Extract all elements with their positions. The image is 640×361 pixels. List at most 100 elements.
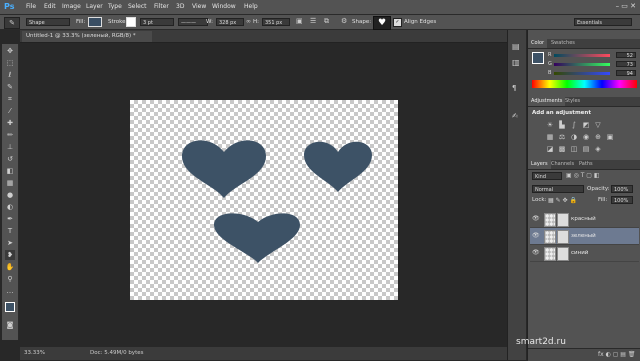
r-slider[interactable] xyxy=(554,54,610,57)
posterize-icon[interactable]: ▩ xyxy=(558,145,566,153)
type-tool-icon[interactable]: T xyxy=(5,226,15,236)
eyedropper-tool-icon[interactable]: ⁄ xyxy=(5,106,15,116)
vibrance-icon[interactable]: ▽ xyxy=(594,121,602,129)
tab-styles[interactable]: Styles xyxy=(562,97,583,106)
layer-name[interactable]: зеленый xyxy=(571,233,596,239)
g-slider[interactable] xyxy=(554,63,610,66)
clone-stamp-tool-icon[interactable]: ⊥ xyxy=(5,142,15,152)
pen-tool-icon[interactable]: ✒ xyxy=(5,214,15,224)
align-edges-checkbox[interactable]: ✓ xyxy=(393,18,402,27)
foreground-color-swatch[interactable] xyxy=(5,302,15,312)
threshold-icon[interactable]: ◫ xyxy=(570,145,578,153)
path-alignment-icon[interactable]: ☰ xyxy=(310,17,316,25)
stroke-swatch[interactable] xyxy=(126,17,136,27)
blend-mode-select[interactable]: Normal xyxy=(532,185,584,193)
layer-row-blue[interactable]: 👁 синий xyxy=(530,245,639,262)
menu-edit[interactable]: Edit xyxy=(44,3,56,10)
zoom-level[interactable]: 33.33% xyxy=(24,347,45,360)
menu-filter[interactable]: Filter xyxy=(154,3,169,10)
visibility-eye-icon[interactable]: 👁 xyxy=(532,232,540,240)
custom-shape-tool-icon[interactable]: ❥ xyxy=(5,250,15,260)
heart-shape-blue-layer[interactable] xyxy=(214,213,300,263)
link-icon[interactable]: ∞ xyxy=(246,18,251,25)
menu-view[interactable]: View xyxy=(192,3,206,10)
properties-panel-icon[interactable]: ▥ xyxy=(512,58,520,67)
gradient-tool-icon[interactable]: ▦ xyxy=(5,178,15,188)
path-selection-tool-icon[interactable]: ➤ xyxy=(5,238,15,248)
healing-brush-tool-icon[interactable]: ✚ xyxy=(5,118,15,128)
menu-help[interactable]: Help xyxy=(244,3,258,10)
blur-tool-icon[interactable]: ● xyxy=(5,190,15,200)
selective-color-icon[interactable]: ◈ xyxy=(594,145,602,153)
tab-swatches[interactable]: Swatches xyxy=(548,39,578,48)
marquee-tool-icon[interactable]: ⬚ xyxy=(5,58,15,68)
canvas[interactable] xyxy=(130,100,398,300)
color-balance-icon[interactable]: ⚖ xyxy=(558,133,566,141)
g-value-field[interactable]: 73 xyxy=(616,61,636,68)
color-lookup-icon[interactable]: ▣ xyxy=(606,133,614,141)
exposure-icon[interactable]: ◩ xyxy=(582,121,590,129)
window-controls[interactable]: – ▭ ✕ xyxy=(616,2,636,10)
layer-actions-icons[interactable]: fx ◐ ▢ ▤ 🗑 xyxy=(598,351,635,358)
layer-row-green[interactable]: 👁 зеленый xyxy=(530,228,639,245)
brightness-contrast-icon[interactable]: ☀ xyxy=(546,121,554,129)
dodge-tool-icon[interactable]: ◐ xyxy=(5,202,15,212)
tab-adjustments[interactable]: Adjustments xyxy=(528,97,566,106)
menu-select[interactable]: Select xyxy=(128,3,147,10)
menu-window[interactable]: Window xyxy=(212,3,236,10)
zoom-tool-icon[interactable]: ⚲ xyxy=(5,274,15,284)
tool-mode-select[interactable]: Shape xyxy=(26,18,70,26)
lock-icons[interactable]: ▦ ✎ ✥ 🔒 xyxy=(548,197,577,204)
b-value-field[interactable]: 94 xyxy=(616,70,636,77)
heart-shape-green-layer[interactable] xyxy=(304,141,372,192)
opacity-field[interactable]: 100% xyxy=(611,185,633,193)
color-spectrum-ramp[interactable] xyxy=(532,80,637,88)
tab-paths[interactable]: Paths xyxy=(576,160,596,169)
paragraph-panel-icon[interactable]: ¶ xyxy=(512,84,516,92)
b-slider[interactable] xyxy=(554,72,610,75)
menu-layer[interactable]: Layer xyxy=(86,3,103,10)
tab-channels[interactable]: Channels xyxy=(548,160,577,169)
curves-icon[interactable]: ∫ xyxy=(570,121,578,129)
invert-icon[interactable]: ◪ xyxy=(546,145,554,153)
eraser-tool-icon[interactable]: ◧ xyxy=(5,166,15,176)
width-field[interactable]: 328 px xyxy=(216,18,244,26)
path-arrangement-icon[interactable]: ⧉ xyxy=(324,17,329,26)
quick-select-tool-icon[interactable]: ✎ xyxy=(5,82,15,92)
workspace-select[interactable]: Essentials xyxy=(574,18,632,26)
hand-tool-icon[interactable]: ✋ xyxy=(5,262,15,272)
black-white-icon[interactable]: ◑ xyxy=(570,133,578,141)
layer-filter-select[interactable]: Kind xyxy=(532,172,562,180)
hue-saturation-icon[interactable]: ▦ xyxy=(546,133,554,141)
gradient-map-icon[interactable]: ▤ xyxy=(582,145,590,153)
layer-filter-icons[interactable]: ▣ ◎ T ▢ ◧ xyxy=(566,172,600,179)
gear-icon[interactable]: ⚙ xyxy=(341,17,347,25)
menu-file[interactable]: File xyxy=(26,3,36,10)
crop-tool-icon[interactable]: ⌗ xyxy=(5,94,15,104)
history-brush-tool-icon[interactable]: ↺ xyxy=(5,154,15,164)
stroke-type-select[interactable]: ——— xyxy=(178,18,208,26)
fill-swatch[interactable] xyxy=(88,17,102,27)
menu-3d[interactable]: 3D xyxy=(176,3,184,10)
more-tools-icon[interactable]: … xyxy=(5,286,15,296)
r-value-field[interactable]: 52 xyxy=(616,52,636,59)
visibility-eye-icon[interactable]: 👁 xyxy=(532,249,540,257)
heart-shape-picker-icon[interactable]: ♥ xyxy=(373,16,391,30)
tool-preset-icon[interactable]: ✎ xyxy=(4,17,20,29)
color-foreground-swatch[interactable] xyxy=(532,52,544,64)
document-tab[interactable]: Untitled-1 @ 33.3% (зеленый, RGB/8) * xyxy=(22,31,152,42)
menu-type[interactable]: Type xyxy=(108,3,122,10)
quick-mask-icon[interactable]: ◙ xyxy=(5,320,15,330)
doc-size-info[interactable]: Doc: 5.49M/0 bytes xyxy=(90,347,143,360)
layer-name[interactable]: синий xyxy=(571,250,588,256)
stroke-width-field[interactable]: 3 pt xyxy=(140,18,174,26)
photo-filter-icon[interactable]: ◉ xyxy=(582,133,590,141)
layer-name[interactable]: красный xyxy=(571,216,596,222)
brush-tool-icon[interactable]: ✏ xyxy=(5,130,15,140)
tab-color[interactable]: Color xyxy=(528,39,548,48)
fill-opacity-field[interactable]: 100% xyxy=(611,196,633,204)
heart-shape-red-layer[interactable] xyxy=(182,140,266,198)
visibility-eye-icon[interactable]: 👁 xyxy=(532,215,540,223)
height-field[interactable]: 351 px xyxy=(262,18,290,26)
menu-image[interactable]: Image xyxy=(62,3,81,10)
